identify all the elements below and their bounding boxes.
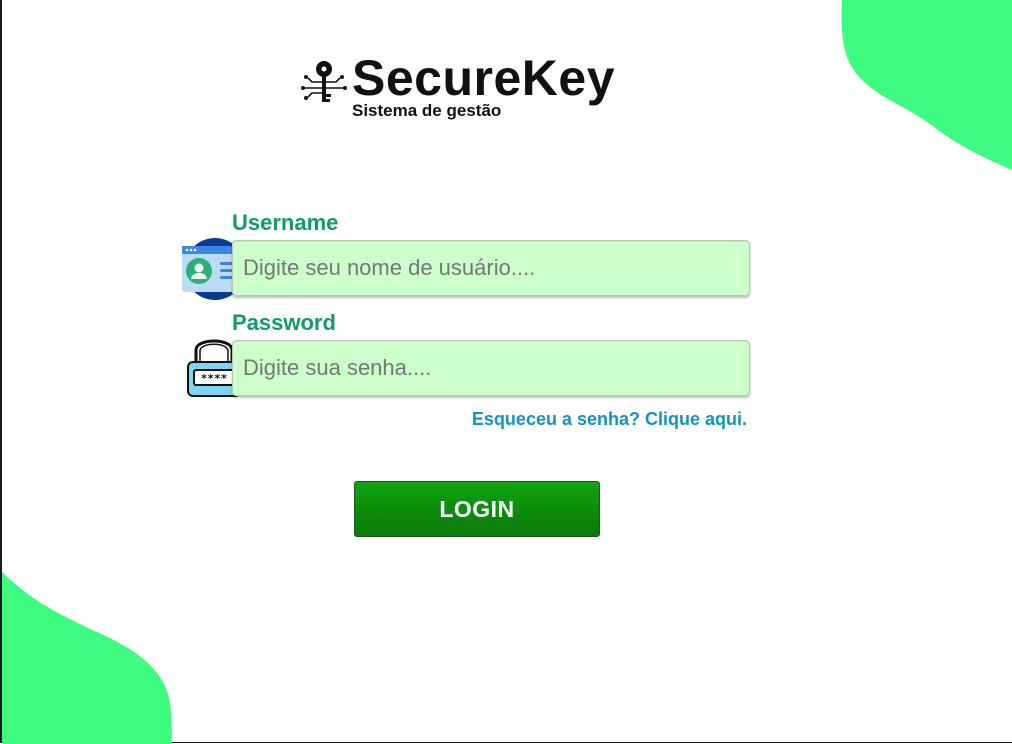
circuit-key-icon [301,61,347,102]
brand-header: SecureKey Sistema de gestão [300,50,620,126]
login-button[interactable]: LOGIN [354,481,600,537]
forgot-password-link[interactable]: Esqueceu a senha? Clique aqui. [472,409,747,430]
brand-subtitle: Sistema de gestão [352,101,502,120]
decorative-blob-top-right [841,0,1012,170]
password-label: Password [232,310,336,335]
svg-text:****: **** [201,372,228,385]
password-input[interactable] [232,340,750,396]
username-input[interactable] [232,240,750,296]
brand-title: SecureKey [352,50,615,106]
decorative-blob-bottom-left [2,572,172,744]
username-label: Username [232,210,339,235]
